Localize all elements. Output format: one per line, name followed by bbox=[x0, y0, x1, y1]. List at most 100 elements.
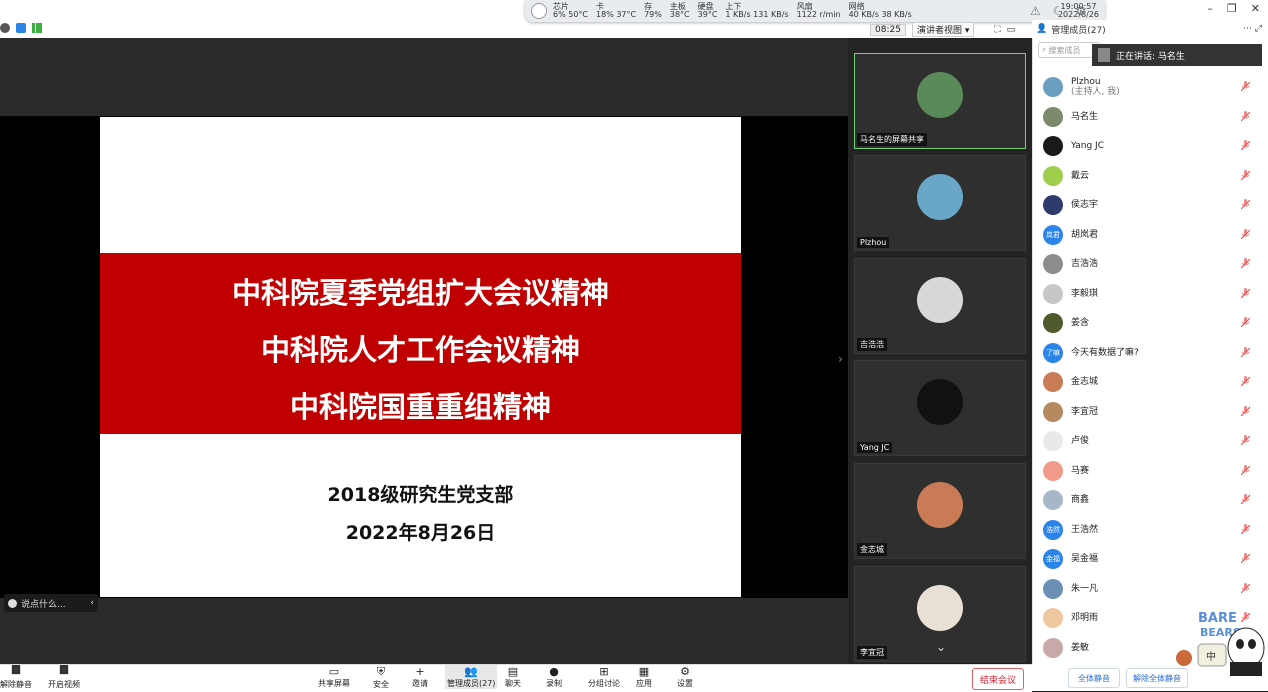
monitor-stat-value: 1122 r/min bbox=[796, 10, 841, 19]
signal-icon[interactable] bbox=[32, 23, 42, 33]
participant-row[interactable]: 李毅琪 bbox=[1043, 283, 1258, 305]
video-tile[interactable]: Plzhou bbox=[854, 155, 1026, 251]
monitor-stat: 卡 18% 37°C bbox=[596, 3, 636, 19]
toolbar-button[interactable]: ● 录制 bbox=[546, 665, 562, 689]
mic-muted-icon[interactable] bbox=[1241, 169, 1250, 181]
mic-muted-icon[interactable] bbox=[1241, 464, 1250, 476]
end-meeting-button[interactable]: 结束会议 bbox=[972, 668, 1024, 690]
participant-row[interactable]: 卢俊 bbox=[1043, 430, 1258, 452]
participant-info: Plzhou (主持人, 我) bbox=[1071, 77, 1120, 97]
mic-muted-icon[interactable] bbox=[1241, 110, 1250, 122]
video-tile-avatar bbox=[917, 174, 963, 220]
participant-row[interactable]: 马名生 bbox=[1043, 106, 1258, 128]
participant-name: 李毅琪 bbox=[1071, 288, 1099, 299]
fullscreen-icon[interactable]: ⛶ bbox=[994, 25, 1000, 35]
gallery-scroll-down-icon[interactable]: ⌄ bbox=[936, 640, 946, 654]
toolbar-button[interactable]: ▤ 聊天 bbox=[505, 665, 521, 689]
video-tile[interactable]: 金志城 bbox=[854, 463, 1026, 559]
collapse-gallery-icon[interactable]: › bbox=[838, 352, 843, 366]
toolbar-label: 管理成员(27) bbox=[447, 679, 496, 688]
emoji-icon[interactable] bbox=[8, 598, 17, 608]
video-tile[interactable]: 马名生的屏幕共享 bbox=[854, 53, 1026, 149]
participant-row[interactable]: 戴云 bbox=[1043, 165, 1258, 187]
toolbar-label: 应用 bbox=[636, 679, 652, 688]
mic-muted-icon[interactable] bbox=[1241, 582, 1250, 594]
participant-avatar bbox=[1043, 578, 1063, 599]
mic-muted-icon[interactable] bbox=[1241, 228, 1250, 240]
chat-quick-input[interactable]: 说点什么... ‹ bbox=[4, 594, 98, 612]
notification-icon[interactable]: ⚠ bbox=[1030, 4, 1041, 18]
layout-icon[interactable]: ▭ bbox=[1007, 25, 1016, 35]
toolbar-button[interactable]: ⛨ 安全 bbox=[373, 665, 389, 690]
toolbar-button[interactable]: ⊞ 分组讨论 bbox=[588, 665, 620, 689]
monitor-face-icon bbox=[531, 3, 547, 19]
participant-row[interactable]: 李宜冠 bbox=[1043, 401, 1258, 423]
view-mode-dropdown[interactable]: 演讲者视图 ▾ bbox=[911, 22, 975, 37]
toolbar-button[interactable]: ▦ 应用 bbox=[636, 665, 652, 689]
toolbar-button[interactable]: ⚙ 设置 bbox=[677, 665, 693, 689]
participant-row[interactable]: 朱一凡 bbox=[1043, 578, 1258, 600]
toolbar-button[interactable]: 开启视频 bbox=[48, 665, 80, 690]
participant-row[interactable]: 岚君 胡岚君 bbox=[1043, 224, 1258, 246]
shield-badge-icon[interactable] bbox=[16, 23, 26, 33]
participant-row[interactable]: 侯志宇 bbox=[1043, 194, 1258, 216]
more-options-icon[interactable]: ⋯ ⤢ bbox=[1243, 24, 1262, 34]
minimize-icon[interactable]: – bbox=[1207, 2, 1213, 15]
toolbar-label: 录制 bbox=[546, 679, 562, 688]
participant-info: 卢俊 bbox=[1071, 436, 1089, 446]
participant-info: 李毅琪 bbox=[1071, 289, 1098, 299]
participant-avatar: 岚君 bbox=[1043, 224, 1063, 245]
participant-row[interactable]: 吉浩浩 bbox=[1043, 253, 1258, 275]
participant-avatar bbox=[1043, 608, 1063, 628]
mic-muted-icon[interactable] bbox=[1241, 376, 1250, 387]
participant-row[interactable]: 金志城 bbox=[1043, 371, 1258, 393]
mic-muted-icon[interactable] bbox=[1241, 81, 1250, 92]
participant-row[interactable]: 马赛 bbox=[1043, 460, 1258, 482]
video-tile[interactable]: 吉浩浩 bbox=[854, 258, 1026, 354]
participant-row[interactable]: 了嘛 今天有数据了嘛? bbox=[1043, 342, 1258, 364]
toolbar-button[interactable]: + 邀请 bbox=[412, 665, 428, 689]
toolbar-label: 安全 bbox=[373, 680, 389, 689]
mic-muted-icon[interactable] bbox=[1241, 199, 1250, 210]
view-mode-label: 演讲者视图 bbox=[916, 26, 962, 36]
participant-row[interactable]: Plzhou (主持人, 我) bbox=[1043, 76, 1258, 98]
speaking-indicator: 正在讲话: 马名生 bbox=[1092, 44, 1262, 66]
mute-all-button[interactable]: 全体静音 bbox=[1068, 668, 1120, 688]
participant-row[interactable]: Yang JC bbox=[1043, 135, 1258, 157]
participant-role: (主持人, 我) bbox=[1071, 87, 1120, 97]
mic-muted-icon[interactable] bbox=[1241, 346, 1250, 358]
mic-muted-icon bbox=[11, 665, 21, 675]
toolbar-button[interactable]: 👥 管理成员(27) bbox=[445, 665, 498, 689]
toolbar-label: 邀请 bbox=[412, 679, 428, 688]
participant-row[interactable]: 商鑫 bbox=[1043, 489, 1258, 511]
participant-row[interactable]: 姜含 bbox=[1043, 312, 1258, 334]
toolbar-button[interactable]: ▭ 共享屏幕 bbox=[318, 665, 350, 689]
mic-muted-icon[interactable] bbox=[1241, 523, 1250, 535]
mic-muted-icon[interactable] bbox=[1241, 494, 1250, 505]
video-tile-avatar bbox=[917, 482, 963, 528]
mic-muted-icon[interactable] bbox=[1241, 140, 1250, 151]
video-off-icon bbox=[59, 665, 69, 675]
mic-muted-icon[interactable] bbox=[1241, 405, 1250, 417]
participant-avatar bbox=[1043, 313, 1063, 333]
mic-muted-icon[interactable] bbox=[1241, 317, 1250, 328]
restore-icon[interactable]: ❐ bbox=[1227, 2, 1237, 15]
participant-row[interactable]: 金福 吴金福 bbox=[1043, 548, 1258, 570]
mic-muted-icon[interactable] bbox=[1241, 435, 1250, 446]
search-input[interactable]: ⌕ 搜索成员 bbox=[1038, 42, 1100, 58]
video-tile[interactable]: Yang JC bbox=[854, 360, 1026, 456]
collapse-chevron-icon[interactable]: ‹ bbox=[90, 598, 94, 608]
mic-muted-icon[interactable] bbox=[1241, 287, 1250, 299]
participant-row[interactable]: 浩然 王浩然 bbox=[1043, 519, 1258, 541]
participant-avatar: 浩然 bbox=[1043, 519, 1063, 540]
mic-muted-icon[interactable] bbox=[1241, 553, 1250, 564]
mic-muted-icon[interactable] bbox=[1241, 258, 1250, 269]
moon-icon[interactable]: ☾ bbox=[1053, 4, 1064, 18]
settings-gear-icon[interactable]: ⚙ bbox=[1076, 4, 1087, 18]
monitor-stat: 主板 38°C bbox=[670, 3, 690, 19]
info-icon[interactable] bbox=[0, 23, 10, 33]
close-icon[interactable]: ✕ bbox=[1251, 2, 1260, 15]
participant-name: 王浩然 bbox=[1071, 524, 1099, 535]
toolbar-label: 设置 bbox=[677, 679, 693, 688]
toolbar-button[interactable]: 解除静音 bbox=[0, 665, 32, 690]
